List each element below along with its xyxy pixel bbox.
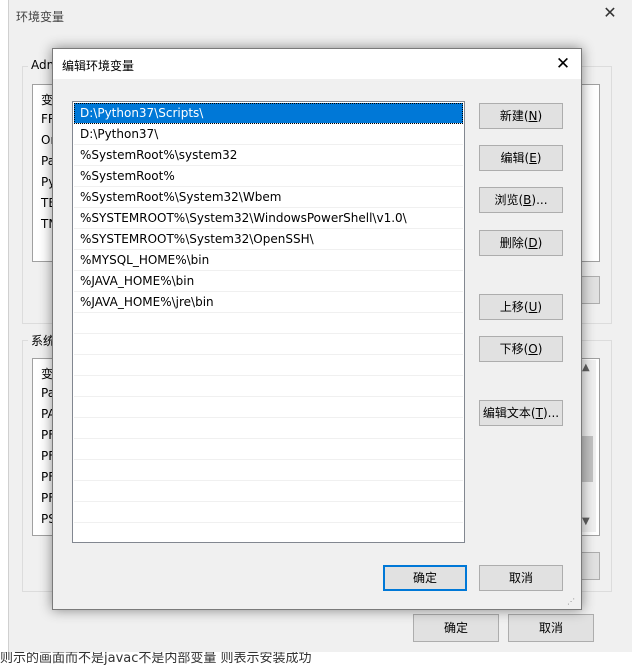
empty-row[interactable]	[74, 376, 463, 397]
empty-row[interactable]	[74, 523, 463, 542]
path-entry[interactable]: %JAVA_HOME%\jre\bin	[74, 292, 463, 313]
ok-button[interactable]: 确定	[383, 565, 467, 591]
empty-row[interactable]	[74, 418, 463, 439]
scrollbar-thumb[interactable]	[582, 436, 593, 482]
empty-row[interactable]	[74, 439, 463, 460]
background-window-title: 环境变量	[16, 10, 65, 24]
empty-row[interactable]	[74, 334, 463, 355]
chevron-up-icon[interactable]: ▲	[582, 362, 590, 373]
path-entry[interactable]: %JAVA_HOME%\bin	[74, 271, 463, 292]
cancel-button[interactable]: 取消	[479, 565, 563, 591]
background-cancel-button[interactable]: 取消	[508, 614, 594, 642]
empty-row[interactable]	[74, 481, 463, 502]
edit-environment-variable-dialog: 编辑环境变量 ✕ D:\Python37\Scripts\ D:\Python37…	[52, 48, 582, 610]
empty-row[interactable]	[74, 502, 463, 523]
chevron-down-icon[interactable]: ▼	[582, 516, 590, 527]
path-entry[interactable]: %SystemRoot%\system32	[74, 145, 463, 166]
empty-row[interactable]	[74, 355, 463, 376]
empty-row[interactable]	[74, 397, 463, 418]
close-icon[interactable]: ✕	[553, 54, 573, 74]
dialog-title: 编辑环境变量	[62, 59, 135, 73]
path-entry[interactable]: %SystemRoot%\System32\Wbem	[74, 187, 463, 208]
edit-button[interactable]: 编辑(E)	[479, 145, 563, 171]
path-entry[interactable]: %SystemRoot%	[74, 166, 463, 187]
move-up-button[interactable]: 上移(U)	[479, 294, 563, 320]
empty-row[interactable]	[74, 313, 463, 334]
page-footer-text: 则示的画面而不是javac不是内部变量 则表示安装成功	[0, 652, 632, 666]
empty-row[interactable]	[74, 460, 463, 481]
move-down-button[interactable]: 下移(O)	[479, 336, 563, 362]
path-entry[interactable]: %SYSTEMROOT%\System32\WindowsPowerShell\…	[74, 208, 463, 229]
delete-button[interactable]: 删除(D)	[479, 230, 563, 256]
path-entry[interactable]: %SYSTEMROOT%\System32\OpenSSH\	[74, 229, 463, 250]
close-icon[interactable]: ✕	[601, 4, 619, 22]
path-entry[interactable]: D:\Python37\	[74, 124, 463, 145]
path-list[interactable]: D:\Python37\Scripts\ D:\Python37\ %SystemR…	[72, 101, 465, 543]
edit-text-button[interactable]: 编辑文本(T)...	[479, 400, 563, 426]
background-ok-button[interactable]: 确定	[413, 614, 499, 642]
browse-button[interactable]: 浏览(B)...	[479, 187, 563, 213]
new-button[interactable]: 新建(N)	[479, 103, 563, 129]
path-entry[interactable]: D:\Python37\Scripts\	[74, 103, 463, 124]
path-entry[interactable]: %MYSQL_HOME%\bin	[74, 250, 463, 271]
resize-grip-icon[interactable]: ⋰	[567, 597, 577, 607]
